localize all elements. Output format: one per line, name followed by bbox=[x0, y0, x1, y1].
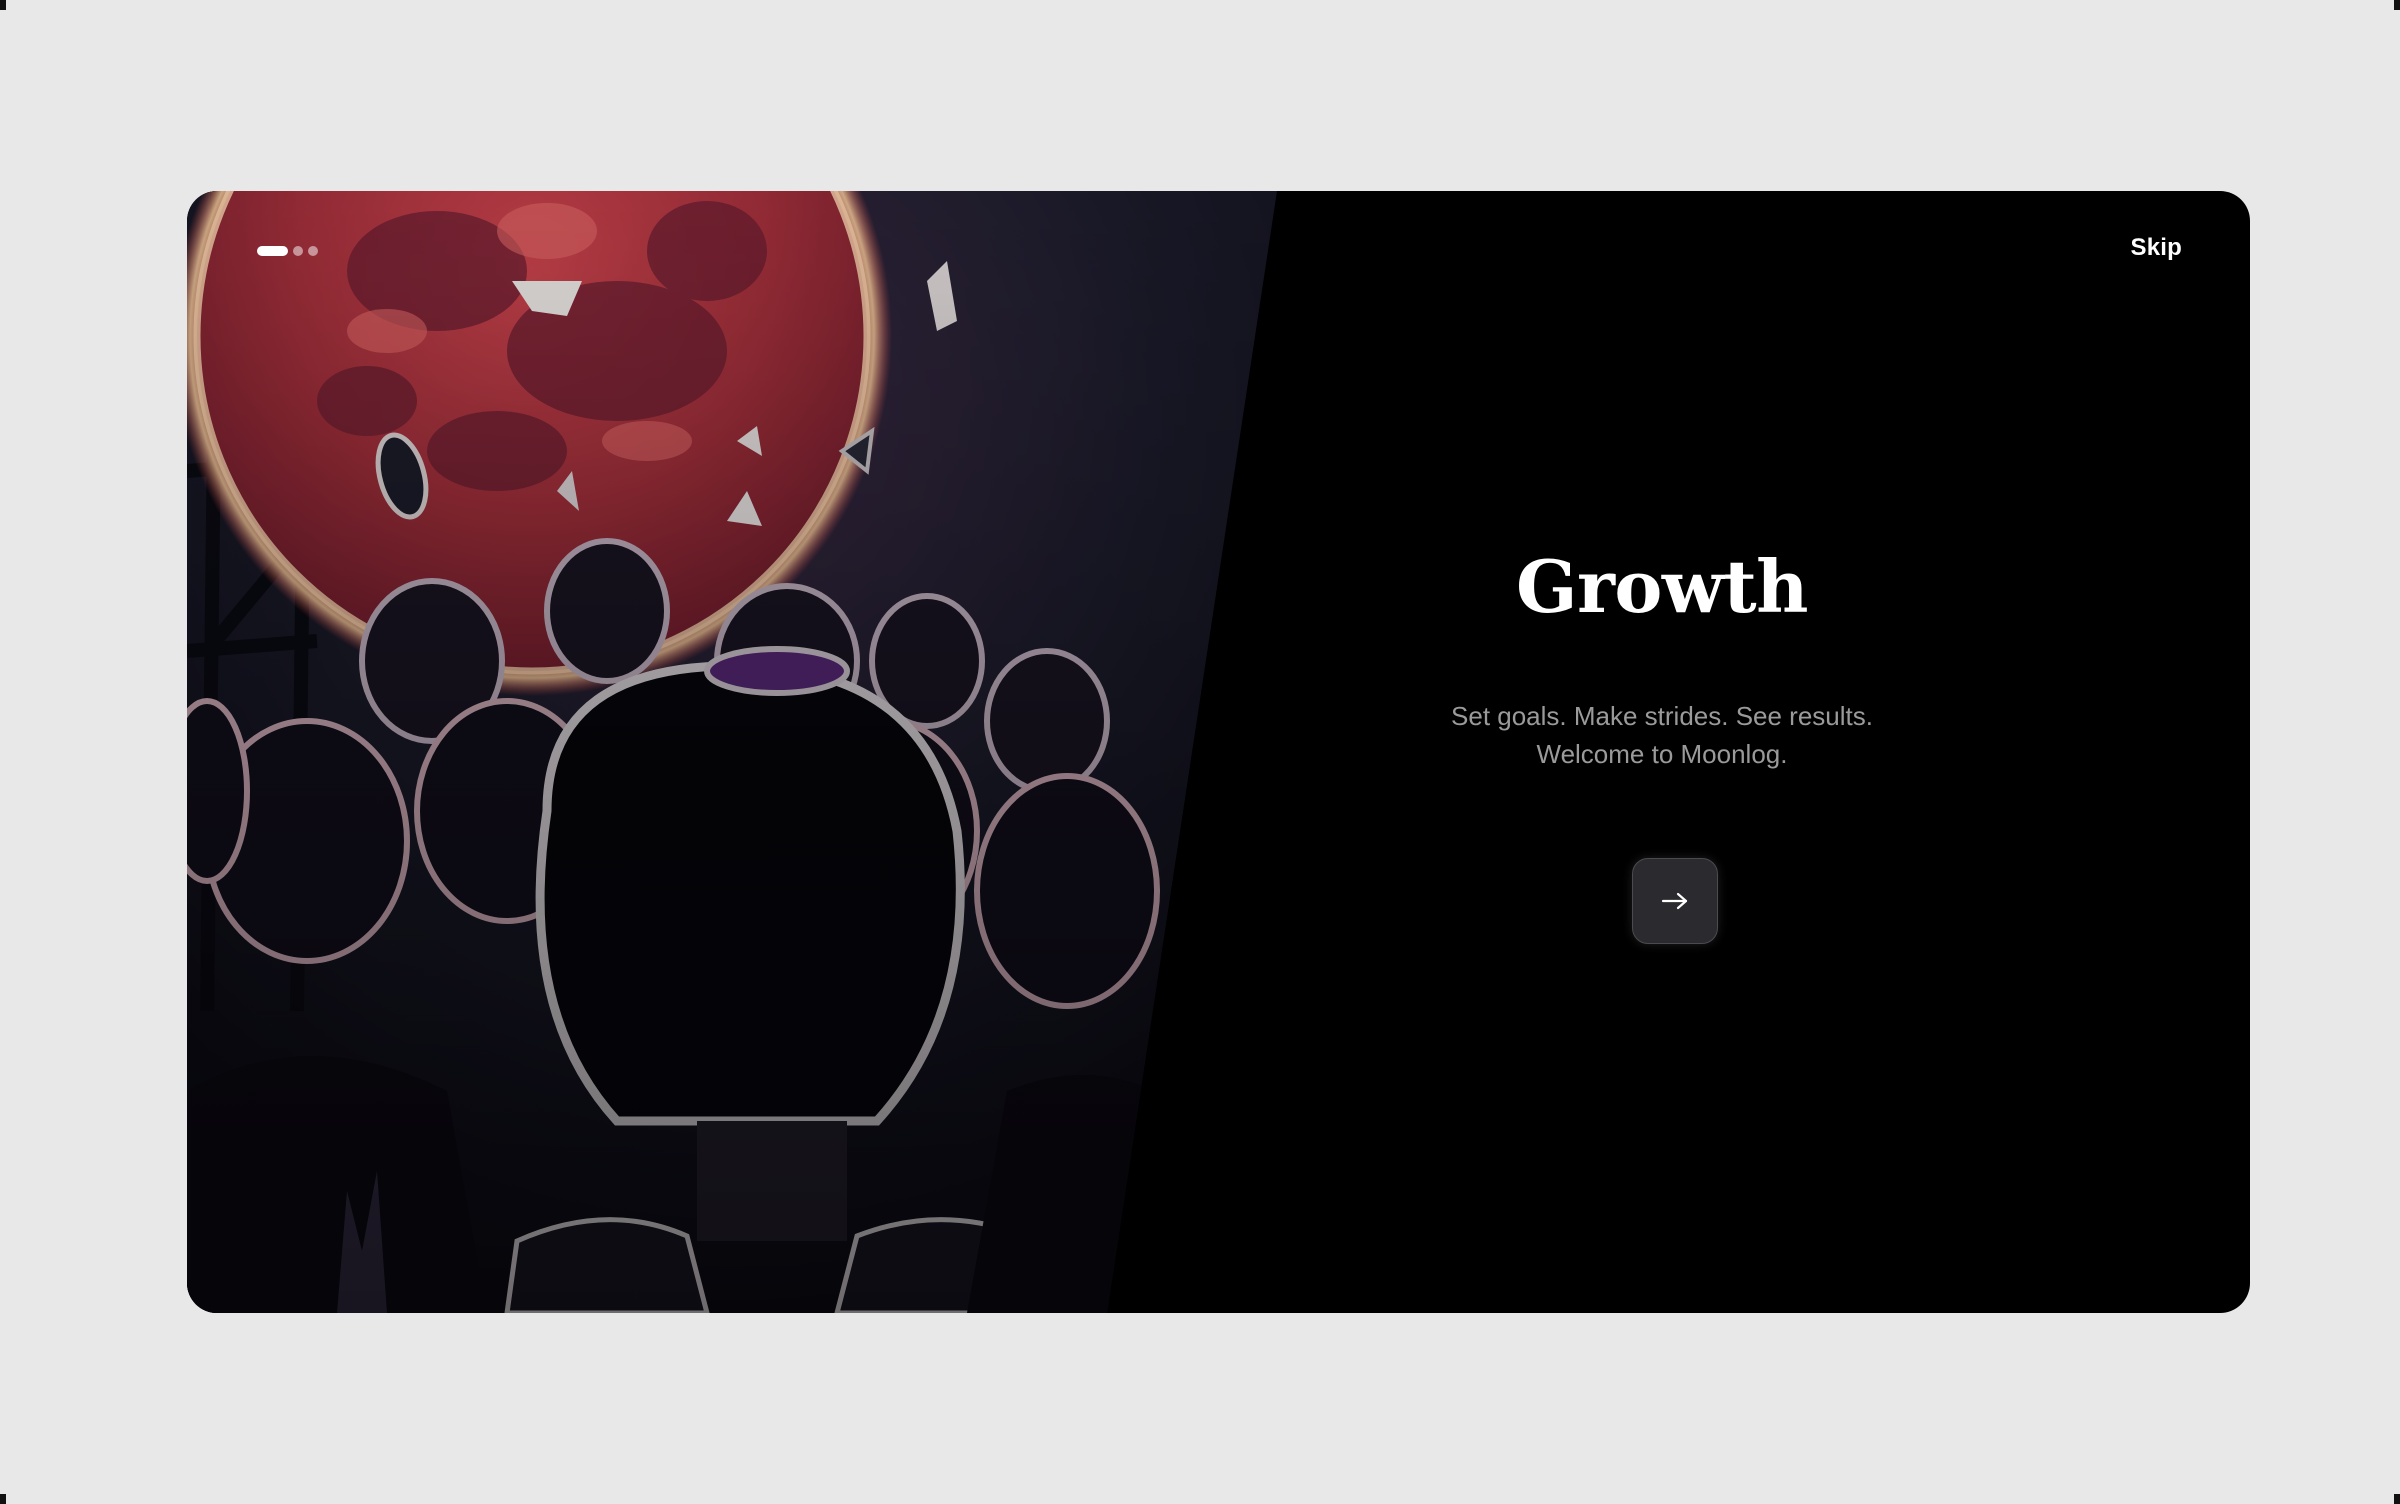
subtitle: Set goals. Make strides. See results. We… bbox=[1347, 697, 1977, 773]
skip-button[interactable]: Skip bbox=[2131, 234, 2182, 262]
onboarding-screen: Skip Growth Set goals. Make strides. See… bbox=[0, 0, 2400, 1504]
corner-mark bbox=[2394, 0, 2400, 10]
corner-mark bbox=[0, 1494, 6, 1504]
subtitle-line: Set goals. Make strides. See results. bbox=[1451, 701, 1873, 731]
subtitle-line: Welcome to Moonlog. bbox=[1536, 739, 1788, 769]
corner-mark bbox=[0, 0, 6, 10]
onboarding-card: Skip Growth Set goals. Make strides. See… bbox=[187, 191, 2250, 1313]
step-dot[interactable] bbox=[308, 246, 318, 256]
next-button[interactable] bbox=[1632, 858, 1718, 944]
corner-mark bbox=[2394, 1494, 2400, 1504]
blood-moon-crowd-illustration bbox=[187, 191, 1277, 1313]
onboarding-content: Growth Set goals. Make strides. See resu… bbox=[1347, 551, 1977, 773]
step-dot[interactable] bbox=[293, 246, 303, 256]
step-indicator bbox=[257, 246, 318, 256]
arrow-right-icon bbox=[1661, 892, 1688, 910]
hero-illustration bbox=[187, 191, 1277, 1313]
step-dot-active[interactable] bbox=[257, 246, 288, 256]
page-title: Growth bbox=[1515, 544, 1809, 629]
